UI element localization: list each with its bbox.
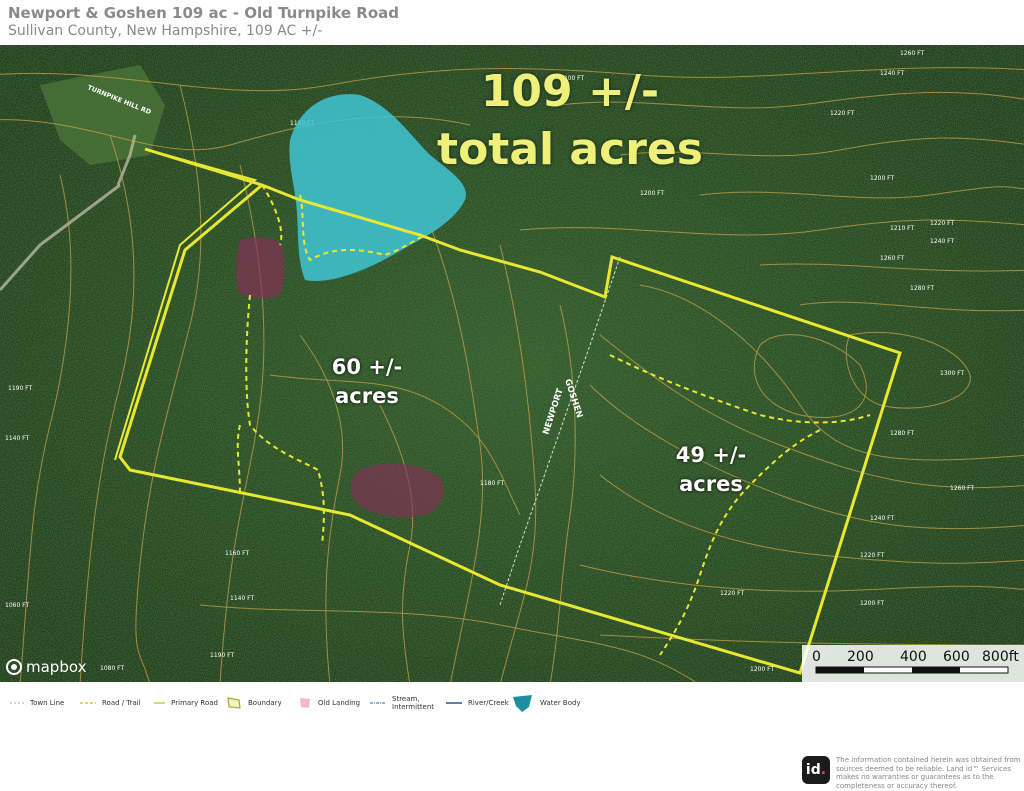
contour-label: 1220 FT <box>830 110 855 117</box>
map-title: Newport & Goshen 109 ac - Old Turnpike R… <box>8 4 399 22</box>
contour-label: 1240 FT <box>880 70 905 77</box>
mapbox-logo-icon <box>6 659 22 675</box>
disclaimer-text: The information contained herein was obt… <box>836 756 1021 790</box>
contour-label: 1210 FT <box>890 225 915 232</box>
contour-label: 1190 FT <box>8 385 33 392</box>
town-line-icon <box>10 702 24 704</box>
contour-label: 1280 FT <box>910 285 935 292</box>
scale-bar: 0 200 400 600 800ft <box>802 645 1024 682</box>
water-body-icon <box>513 695 532 712</box>
legend-label: Primary Road <box>171 699 218 707</box>
contour-label: 1160 FT <box>225 550 250 557</box>
contour-label: 1300 FT <box>940 370 965 377</box>
legend-item-river: River/Creek <box>446 692 509 714</box>
total-acres-line2: total acres <box>437 124 703 175</box>
parcel-a-label: 60 +/- acres <box>312 353 422 411</box>
contour-label: 1180 FT <box>480 480 505 487</box>
contour-label: 1260 FT <box>880 255 905 262</box>
stream-icon <box>370 702 386 704</box>
legend-item-town-line: Town Line <box>10 692 64 714</box>
contour-label: 1200 FT <box>860 600 885 607</box>
contour-label: 1240 FT <box>930 238 955 245</box>
legend-label: Stream, Intermittent <box>392 695 435 711</box>
total-acres-line1: 109 +/- <box>480 66 660 117</box>
parcel-b-label: 49 +/- acres <box>656 441 766 499</box>
contour-label: 1140 FT <box>230 595 255 602</box>
contour-label: 1220 FT <box>720 590 745 597</box>
contour-label: 1200 FT <box>870 175 895 182</box>
contour-label: 1240 FT <box>870 515 895 522</box>
legend-item-old-landing: Old Landing <box>298 692 360 714</box>
old-landing-icon <box>300 698 310 708</box>
legend-label: Old Landing <box>318 699 361 707</box>
old-landing-1[interactable] <box>236 237 285 299</box>
legend-item-stream: Stream, Intermittent <box>370 692 434 714</box>
legend-label: Boundary <box>248 699 282 707</box>
parcel-b-line1: 49 +/- <box>675 443 747 467</box>
parcel-b-line2: acres <box>679 472 743 496</box>
road-trail-icon <box>80 702 96 704</box>
contour-label: 1080 FT <box>100 665 125 672</box>
total-acres-label: 109 +/- total acres <box>430 63 710 179</box>
primary-road-icon <box>154 702 166 704</box>
scale-bar-graphic <box>815 666 1009 674</box>
contour-label: 1200 FT <box>750 666 775 673</box>
parcel-a-line1: 60 +/- <box>331 355 403 379</box>
legend-item-road-trail: Road / Trail <box>80 692 141 714</box>
river-icon <box>446 702 462 704</box>
map-subtitle: Sullivan County, New Hampshire, 109 AC +… <box>8 23 323 39</box>
landid-logo: id. <box>802 756 830 784</box>
parcel-a-line2: acres <box>335 384 399 408</box>
contour-label: 1200 FT <box>640 190 665 197</box>
map-canvas[interactable]: 1260 FT 1240 FT 1220 FT 1200 FT 1220 FT … <box>0 45 1024 682</box>
contour-label: 1260 FT <box>900 50 925 57</box>
mapbox-attribution[interactable]: mapbox <box>6 658 86 676</box>
contour-label: 1260 FT <box>950 485 975 492</box>
legend-label: Road / Trail <box>102 699 141 707</box>
legend-item-water-body: Water Body <box>512 692 581 714</box>
contour-label: 1220 FT <box>860 552 885 559</box>
contour-label: 1190 FT <box>210 652 235 659</box>
legend-label: Water Body <box>540 699 581 707</box>
legend-item-primary-road: Primary Road <box>154 692 218 714</box>
contour-label: 1220 FT <box>930 220 955 227</box>
legend-label: Town Line <box>30 699 65 707</box>
contour-label: 1140 FT <box>5 435 30 442</box>
legend-label: River/Creek <box>468 699 509 707</box>
contour-label: 1280 FT <box>890 430 915 437</box>
legend-item-boundary: Boundary <box>226 692 282 714</box>
contour-label: 1060 FT <box>5 602 30 609</box>
boundary-icon <box>227 697 241 709</box>
landid-logo-text: id <box>805 762 821 778</box>
mapbox-text: mapbox <box>26 658 87 676</box>
map-header: Newport & Goshen 109 ac - Old Turnpike R… <box>8 4 399 40</box>
legend: Town Line Road / Trail Primary Road Boun… <box>0 692 1024 714</box>
